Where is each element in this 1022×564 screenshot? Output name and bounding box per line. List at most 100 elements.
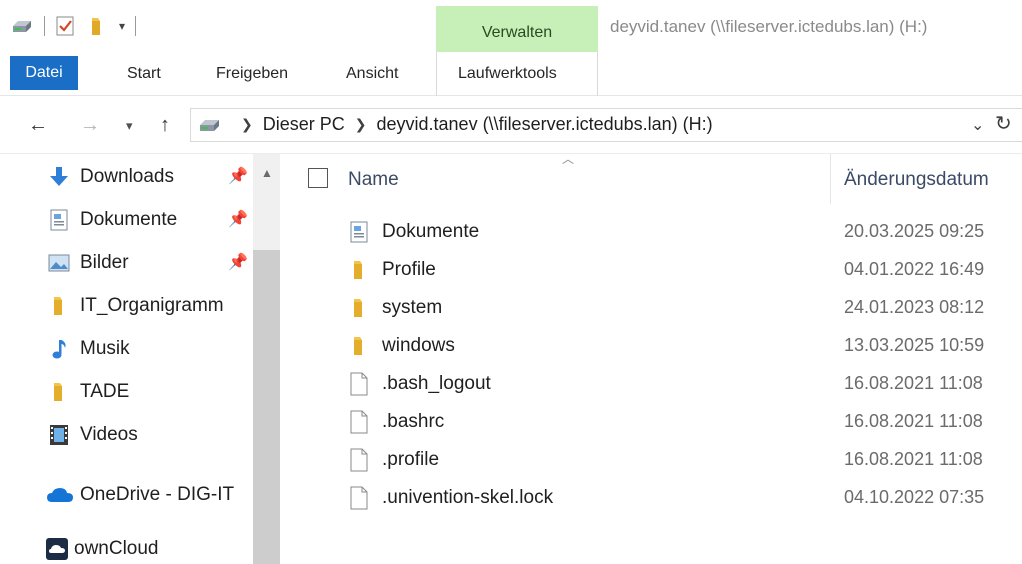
document-folder-icon [348,220,370,244]
file-name: .profile [382,449,440,470]
onedrive-cloud-icon [46,484,74,506]
drive-icon[interactable] [10,17,34,35]
download-arrow-icon [48,166,70,188]
file-icon [348,448,370,472]
folder-icon [348,296,370,320]
back-arrow-icon[interactable]: ← [28,114,48,137]
pin-icon[interactable]: 📌 [228,166,248,186]
nav-item-label: Bilder [80,252,129,273]
file-list: ︿ Name Änderungsdatum Dokumente 20.03.20… [282,152,1022,564]
nav-item-downloads[interactable]: Downloads [48,162,174,192]
nav-item-musik[interactable]: Musik [48,334,130,364]
navigation-pane: Downloads 📌 Dokumente 📌 Bilder 📌 IT_Orga… [0,154,282,564]
scrollbar-thumb[interactable] [253,250,280,564]
navigation-bar: ← → ▾ ↑ ❯ Dieser PC ❯ deyvid.tanev (\\fi… [0,96,1022,154]
file-name: .univention-skel.lock [382,487,554,508]
file-name: Dokumente [382,221,480,242]
nav-item-label: OneDrive - DIG-IT [80,484,235,505]
nav-item-tade[interactable]: TADE [48,377,129,407]
pictures-icon [48,252,70,274]
owncloud-icon [46,538,68,560]
up-arrow-icon[interactable]: ↑ [160,114,170,137]
nav-item-owncloud[interactable]: ownCloud [46,534,159,564]
column-header-name[interactable]: Name [348,169,399,191]
file-modified-date: 16.08.2021 11:08 [844,411,983,431]
nav-item-label: Videos [80,424,138,445]
customize-toolbar-chevron-icon[interactable]: ▾ [119,19,125,33]
address-bar[interactable]: ❯ Dieser PC ❯ deyvid.tanev (\\fileserver… [190,108,1022,142]
tab-freigeben[interactable]: Freigeben [216,52,288,96]
file-name: .bashrc [382,411,445,432]
breadcrumb-this-pc[interactable]: Dieser PC [263,114,345,135]
nav-item-videos[interactable]: Videos [48,420,138,450]
properties-checkmark-icon[interactable] [55,15,75,37]
file-name: .bash_logout [382,373,491,394]
file-modified-date: 20.03.2025 09:25 [844,221,985,241]
nav-item-it-organigramm[interactable]: IT_Organigramm [48,291,224,321]
new-folder-icon[interactable] [89,15,109,37]
nav-item-label: Downloads [80,166,174,187]
file-icon [348,486,370,510]
file-row[interactable]: .bashrc 16.08.2021 11:08 [282,404,1022,442]
toolbar-divider [135,16,137,36]
file-row[interactable]: .bash_logout 16.08.2021 11:08 [282,366,1022,404]
title-bar: ▾ Verwalten deyvid.tanev (\\fileserver.i… [0,0,1022,52]
quick-access-toolbar: ▾ [10,14,146,38]
address-dropdown-chevron-icon[interactable]: ⌄ [971,115,984,135]
folder-icon [48,295,70,317]
pin-icon[interactable]: 📌 [228,209,248,229]
nav-item-label: ownCloud [74,538,159,559]
nav-item-label: Musik [80,338,130,359]
folder-icon [348,334,370,358]
file-row[interactable]: .profile 16.08.2021 11:08 [282,442,1022,480]
tab-start[interactable]: Start [127,52,161,96]
forward-arrow-icon[interactable]: → [80,114,100,137]
file-row[interactable]: Profile 04.01.2022 16:49 [282,252,1022,290]
tab-ansicht[interactable]: Ansicht [346,52,398,96]
breadcrumb-drive[interactable]: deyvid.tanev (\\fileserver.ictedubs.lan)… [377,114,713,135]
column-header-row: ︿ Name Änderungsdatum [282,152,1022,208]
file-modified-date: 24.01.2023 08:12 [844,297,985,317]
nav-pane-scrollbar[interactable]: ▲ [253,154,280,564]
file-name: windows [382,335,455,356]
music-note-icon [48,338,70,360]
nav-item-bilder[interactable]: Bilder [48,248,129,278]
file-icon [348,410,370,434]
column-header-date[interactable]: Änderungsdatum [844,169,989,191]
tab-laufwerktools[interactable]: Laufwerktools [458,52,557,96]
nav-item-dokumente[interactable]: Dokumente [48,205,177,235]
file-row[interactable]: system 24.01.2023 08:12 [282,290,1022,328]
manage-contextual-tab[interactable]: Verwalten [436,6,598,52]
nav-item-onedrive[interactable]: OneDrive - DIG-IT [46,480,234,510]
file-row[interactable]: Dokumente 20.03.2025 09:25 [282,214,1022,252]
ribbon-tab-bar: Datei Start Freigeben Ansicht Laufwerkto… [0,52,1022,96]
file-modified-date: 16.08.2021 11:08 [844,449,983,469]
file-modified-date: 13.03.2025 10:59 [844,335,985,355]
window-title: deyvid.tanev (\\fileserver.ictedubs.lan)… [610,17,928,36]
manage-tab-label: Verwalten [481,24,553,41]
toolbar-divider [44,16,45,36]
file-row[interactable]: windows 13.03.2025 10:59 [282,328,1022,366]
breadcrumb-chevron-icon[interactable]: ❯ [355,116,367,133]
file-name: Profile [382,259,436,280]
file-modified-date: 04.10.2022 07:35 [844,487,985,507]
refresh-icon[interactable]: ↻ [995,111,1012,136]
file-icon [348,372,370,396]
file-name: system [382,297,443,318]
tab-datei[interactable]: Datei [10,56,78,90]
pin-icon[interactable]: 📌 [228,252,248,272]
breadcrumb-chevron-icon[interactable]: ❯ [241,116,253,133]
select-all-checkbox[interactable] [308,168,328,188]
column-divider[interactable] [830,154,831,204]
breadcrumb: ❯ Dieser PC ❯ deyvid.tanev (\\fileserver… [197,114,713,135]
file-modified-date: 16.08.2021 11:08 [844,373,983,393]
folder-icon [348,258,370,282]
file-row[interactable]: .univention-skel.lock 04.10.2022 07:35 [282,480,1022,518]
network-drive-icon [197,116,223,134]
scroll-up-arrow-icon[interactable]: ▲ [261,166,273,180]
recent-locations-chevron-icon[interactable]: ▾ [126,118,133,134]
folder-icon [48,381,70,403]
file-modified-date: 04.01.2022 16:49 [844,259,985,279]
nav-item-label: IT_Organigramm [80,295,224,316]
video-icon [48,424,70,446]
